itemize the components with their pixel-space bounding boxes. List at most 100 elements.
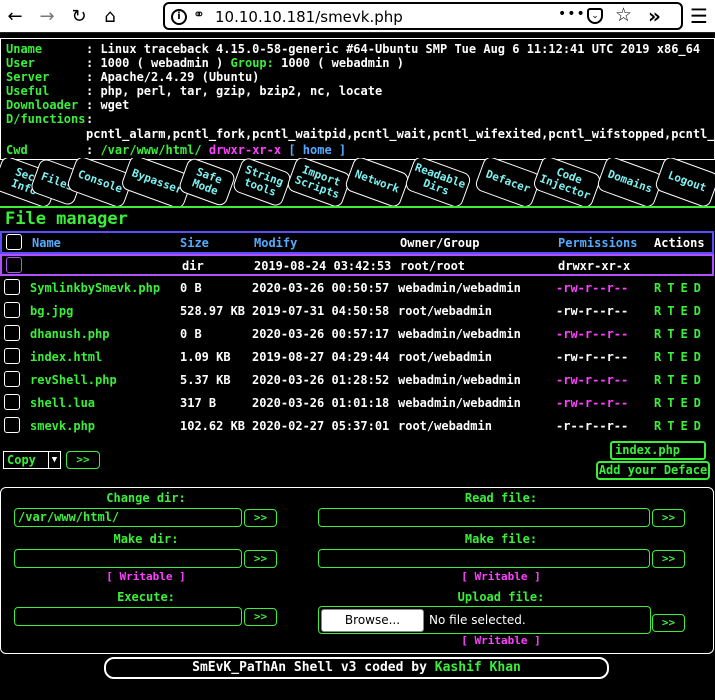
- dfunctions-label: D/functions: [6, 112, 86, 126]
- tab-domains[interactable]: Domains: [595, 158, 665, 206]
- header-permissions[interactable]: Permissions: [558, 236, 637, 250]
- file-manager-title: File manager: [5, 209, 128, 229]
- bulk-action-go-button[interactable]: >>: [66, 451, 100, 469]
- tab-logout[interactable]: Logout: [653, 158, 715, 206]
- make-file-input[interactable]: [318, 549, 650, 568]
- header-name[interactable]: Name: [32, 236, 61, 250]
- info-icon[interactable]: i: [171, 9, 187, 25]
- upload-go-button[interactable]: >>: [652, 614, 685, 632]
- file-modify: 2020-03-26 00:50:57: [252, 281, 390, 295]
- dfunctions-value: pcntl_alarm,pcntl_fork,pcntl_waitpid,pcn…: [86, 127, 715, 141]
- file-actions[interactable]: RTED: [654, 373, 707, 387]
- file-actions[interactable]: RTED: [654, 419, 707, 433]
- row-checkbox[interactable]: [4, 348, 20, 364]
- row-checkbox[interactable]: [4, 371, 20, 387]
- tab-code-injector[interactable]: Code Injector: [531, 158, 603, 206]
- forward-icon[interactable]: →: [34, 4, 60, 30]
- deface-filename-input[interactable]: index.php: [610, 441, 706, 460]
- file-actions[interactable]: RTED: [654, 281, 707, 295]
- upload-file-field[interactable]: Browse... No file selected.: [318, 606, 651, 634]
- tab-import-scripts[interactable]: Import Scripts: [285, 158, 353, 206]
- make-dir-input[interactable]: [14, 549, 242, 568]
- add-deface-button[interactable]: Add your Deface: [596, 461, 710, 480]
- file-owner: webadmin/webadmin: [398, 396, 521, 410]
- parent-dir-checkbox[interactable]: [6, 257, 22, 273]
- downloader-label: Downloader: [6, 98, 79, 112]
- header-size[interactable]: Size: [180, 236, 209, 250]
- file-size: 0 B: [180, 327, 202, 341]
- cwd-path-link[interactable]: /var/www/html/: [100, 143, 201, 157]
- footer-text: SmEvK_PaThAn Shell v3 coded by: [192, 660, 435, 675]
- file-actions[interactable]: RTED: [654, 350, 707, 364]
- file-size: 0 B: [180, 281, 202, 295]
- execute-go-button[interactable]: >>: [244, 608, 277, 626]
- file-name-link[interactable]: smevk.php: [30, 419, 95, 433]
- table-row: shell.lua 317 B 2020-03-26 01:01:18 weba…: [0, 392, 714, 414]
- file-perm: -rw-r--r--: [556, 281, 629, 295]
- cwd-permissions: drwxr-xr-x: [208, 143, 282, 157]
- read-file-go-button[interactable]: >>: [652, 509, 685, 527]
- select-all-checkbox[interactable]: [6, 234, 22, 250]
- header-actions: Actions: [654, 236, 705, 250]
- file-name-link[interactable]: SymlinkbySmevk.php: [30, 281, 160, 295]
- tab-safe-mode[interactable]: Safe Mode: [177, 158, 237, 206]
- table-row: SymlinkbySmevk.php 0 B 2020-03-26 00:50:…: [0, 277, 714, 299]
- dfunctions-colon: :: [86, 112, 94, 126]
- key-icon[interactable]: ⚭: [193, 7, 205, 23]
- header-modify[interactable]: Modify: [254, 236, 297, 250]
- file-actions[interactable]: RTED: [654, 396, 707, 410]
- cwd-wrap: : /var/www/html/ drwxr-xr-x [ home ]: [86, 143, 346, 157]
- url-bar[interactable]: i ⚭ 10.10.10.181/smevk.php ••• ⌄ ☆: [163, 2, 683, 30]
- file-actions[interactable]: RTED: [654, 304, 707, 318]
- file-name-link[interactable]: shell.lua: [30, 396, 95, 410]
- tab-defacer[interactable]: Defacer: [473, 158, 543, 206]
- downloader-value: : wget: [86, 98, 130, 112]
- file-owner: root/webadmin: [398, 304, 492, 318]
- row-checkbox[interactable]: [4, 417, 20, 433]
- read-file-label: Read file:: [464, 491, 538, 505]
- server-value: : Apache/2.4.29 (Ubuntu): [86, 70, 260, 84]
- file-owner: root/webadmin: [398, 350, 492, 364]
- menu-icon[interactable]: ☰: [690, 4, 708, 28]
- make-file-go-button[interactable]: >>: [652, 550, 685, 568]
- home-link[interactable]: [ home ]: [288, 143, 346, 157]
- row-checkbox[interactable]: [4, 394, 20, 410]
- tab-readable-dirs[interactable]: Readable Dirs: [403, 158, 473, 206]
- file-owner: webadmin/webadmin: [398, 281, 521, 295]
- browser-toolbar: ← → ↻ ⌂ i ⚭ 10.10.10.181/smevk.php ••• ⌄…: [0, 0, 715, 33]
- change-dir-go-button[interactable]: >>: [244, 509, 277, 527]
- make-dir-go-button[interactable]: >>: [244, 550, 277, 568]
- file-perm: -r--r--r--: [556, 419, 629, 433]
- back-icon[interactable]: ←: [2, 4, 28, 30]
- group-value: 1000 ( webadmin ): [281, 56, 404, 70]
- url-text[interactable]: 10.10.10.181/smevk.php: [215, 8, 403, 26]
- file-size: 528.97 KB: [180, 304, 246, 318]
- row-checkbox[interactable]: [4, 302, 20, 318]
- file-owner: webadmin/webadmin: [398, 373, 521, 387]
- file-size: 317 B: [180, 396, 217, 410]
- row-checkbox[interactable]: [4, 325, 20, 341]
- pocket-icon[interactable]: ⌄: [587, 8, 603, 24]
- tab-string-tools[interactable]: String tools: [231, 158, 293, 206]
- browse-button[interactable]: Browse...: [321, 609, 424, 632]
- file-actions[interactable]: RTED: [654, 327, 707, 341]
- row-checkbox[interactable]: [4, 279, 20, 295]
- file-name-link[interactable]: dhanush.php: [30, 327, 109, 341]
- page-actions-icon[interactable]: •••: [558, 6, 586, 22]
- file-name-link[interactable]: bg.jpg: [30, 304, 73, 318]
- bulk-action-select[interactable]: Copy ▼: [3, 451, 61, 469]
- change-dir-input[interactable]: /var/www/html/: [14, 508, 242, 527]
- home-icon[interactable]: ⌂: [97, 4, 123, 30]
- file-name-link[interactable]: index.html: [30, 350, 102, 364]
- read-file-input[interactable]: [318, 508, 650, 527]
- file-name-link[interactable]: revShell.php: [30, 373, 117, 387]
- parent-dir-row[interactable]: dir 2019-08-24 03:42:53 root/root drwxr-…: [0, 254, 714, 276]
- reload-icon[interactable]: ↻: [66, 4, 92, 30]
- execute-input[interactable]: [14, 607, 242, 626]
- make-dir-label: Make dir:: [113, 532, 179, 546]
- bookmark-star-icon[interactable]: ☆: [615, 4, 632, 26]
- tab-network[interactable]: Network: [343, 158, 411, 206]
- chevron-down-icon[interactable]: ▼: [48, 452, 60, 468]
- extensions-icon[interactable]: »: [648, 4, 661, 28]
- footer-credits: SmEvK_PaThAn Shell v3 coded by Kashif Kh…: [104, 657, 609, 679]
